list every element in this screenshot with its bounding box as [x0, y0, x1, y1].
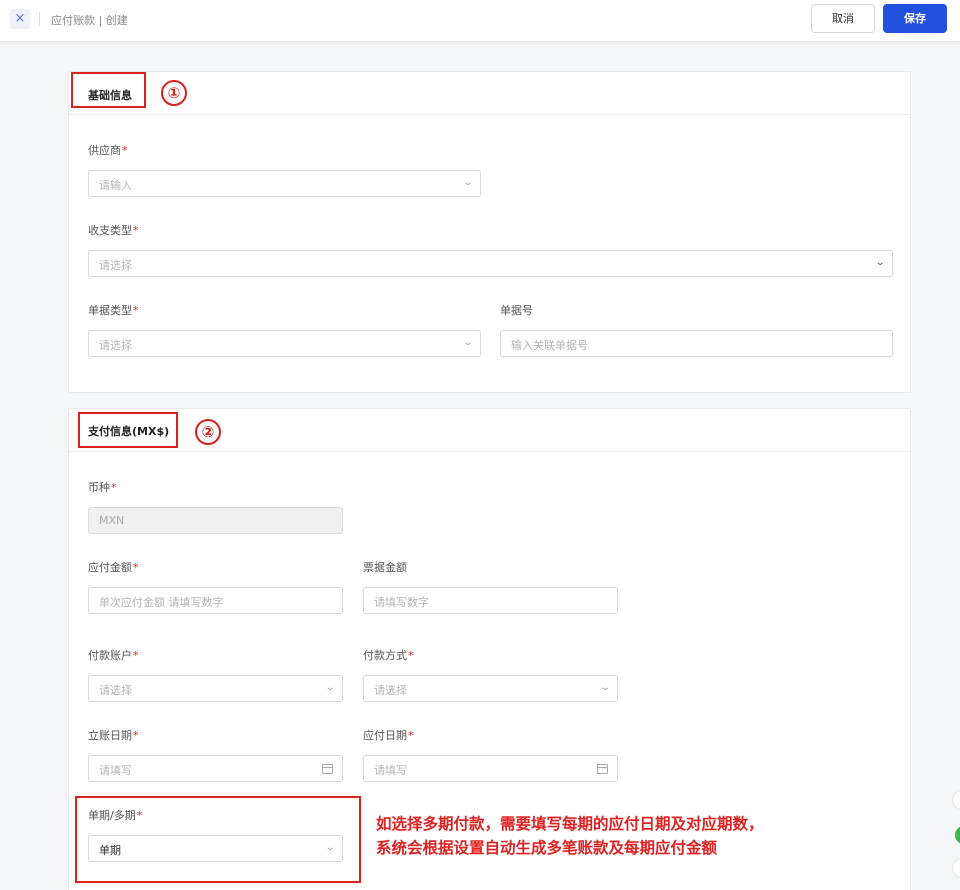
invoice-amount-label: 票据金额: [363, 561, 407, 574]
chevron-down-icon: ⌄: [462, 177, 474, 188]
annotation-note-line-1: 如选择多期付款，需要填写每期的应付日期及对应期数，: [376, 815, 764, 833]
income-type-select[interactable]: 请选择 ⌄: [88, 250, 893, 277]
basic-info-header: 基础信息: [69, 72, 910, 115]
annotation-box-period: [75, 796, 361, 883]
doc-no-input[interactable]: 输入关联单据号: [500, 330, 893, 357]
floating-widget-icon[interactable]: [952, 858, 960, 878]
floating-widget-icon[interactable]: [952, 790, 960, 810]
pay-account-select[interactable]: 请选择 ⌄: [88, 675, 343, 702]
supplier-select[interactable]: 请输入 ⌄: [88, 170, 481, 197]
top-bar: × 应付账款 | 创建 取消 保存: [0, 0, 960, 42]
chevron-down-icon: ⌄: [874, 257, 886, 268]
income-type-label: 收支类型*: [88, 224, 139, 237]
annotation-note: 如选择多期付款，需要填写每期的应付日期及对应期数， 系统会根据设置自动生成多笔账…: [376, 812, 856, 860]
entry-date-picker[interactable]: 请填写: [88, 755, 343, 782]
payable-amount-input[interactable]: 单次应付金额 请填写数字: [88, 587, 343, 614]
save-button[interactable]: 保存: [883, 4, 947, 33]
doc-type-label: 单据类型*: [88, 304, 139, 317]
invoice-amount-input[interactable]: 请填写数字: [363, 587, 618, 614]
calendar-icon: [597, 764, 608, 774]
chevron-down-icon: ⌄: [599, 682, 611, 693]
chat-icon[interactable]: [955, 826, 960, 844]
annotation-box-basic-info: [71, 72, 146, 108]
calendar-icon: [322, 764, 333, 774]
close-icon[interactable]: ×: [10, 9, 30, 29]
cancel-button[interactable]: 取消: [811, 4, 875, 33]
due-date-label: 应付日期*: [363, 729, 414, 742]
entry-date-label: 立账日期*: [88, 729, 139, 742]
doc-type-select[interactable]: 请选择 ⌄: [88, 330, 481, 357]
chevron-down-icon: ⌄: [462, 337, 474, 348]
chevron-down-icon: ⌄: [324, 682, 336, 693]
doc-no-label: 单据号: [500, 304, 533, 317]
currency-label: 币种*: [88, 481, 117, 494]
basic-info-card: 基础信息 供应商* 请输入 ⌄ 收支类型* 请选择 ⌄ 单据类型* 请选择 ⌄ 单据号…: [68, 71, 911, 393]
annotation-badge-1: ①: [161, 80, 187, 106]
pay-method-select[interactable]: 请选择 ⌄: [363, 675, 618, 702]
page-title: 应付账款 | 创建: [51, 14, 128, 27]
due-date-picker[interactable]: 请填写: [363, 755, 618, 782]
annotation-box-payment-info: [78, 412, 178, 448]
supplier-label: 供应商*: [88, 144, 128, 157]
currency-field: MXN: [88, 507, 343, 534]
payable-amount-label: 应付金额*: [88, 561, 139, 574]
annotation-badge-2: ②: [195, 419, 221, 445]
divider: [39, 12, 40, 26]
pay-account-label: 付款账户*: [88, 649, 139, 662]
annotation-note-line-2: 系统会根据设置自动生成多笔账款及每期应付金额: [376, 839, 718, 857]
pay-method-label: 付款方式*: [363, 649, 414, 662]
